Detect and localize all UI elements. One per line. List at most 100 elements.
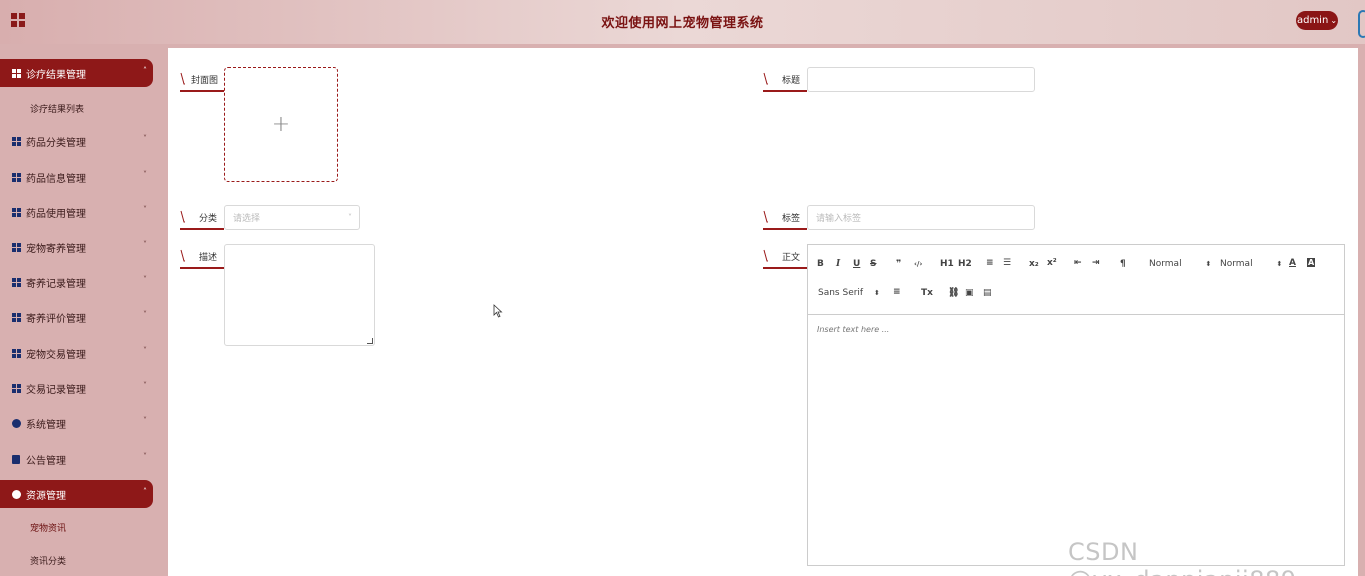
- sidebar-item-label: 宠物寄养管理: [26, 243, 86, 255]
- tags-label-text: 标签: [782, 213, 801, 224]
- quill-icon: [180, 249, 185, 262]
- main-content: 封面图 + 标题 分类 请选择 ˅ 标签 请输入标签 描述 正文 B I U S…: [168, 48, 1358, 576]
- blockquote-button[interactable]: ❞: [896, 259, 901, 269]
- superscript-button[interactable]: x²: [1047, 258, 1057, 268]
- quill-icon: [180, 72, 185, 85]
- sidebar-item-pet-boarding[interactable]: 宠物寄养管理 ˅: [0, 233, 153, 261]
- header-select[interactable]: Normal ⬍: [1220, 259, 1282, 269]
- sidebar-subitem-diagnosis-list[interactable]: 诊疗结果列表: [30, 102, 84, 115]
- sidebar-item-label: 药品使用管理: [26, 208, 86, 220]
- cover-upload-button[interactable]: +: [224, 67, 338, 182]
- code-button[interactable]: ‹/›: [914, 260, 922, 268]
- h1-button[interactable]: H1: [940, 259, 954, 269]
- outdent-button[interactable]: ⇤: [1074, 258, 1082, 268]
- cover-label-text: 封面图: [191, 75, 219, 86]
- tags-input[interactable]: 请输入标签: [807, 205, 1035, 230]
- video-button[interactable]: ▤: [983, 288, 992, 298]
- bullet-list-button[interactable]: ☰: [1003, 258, 1011, 268]
- chevron-down-icon: ˅: [143, 452, 147, 461]
- sidebar-item-announcements[interactable]: 公告管理 ˅: [0, 445, 153, 473]
- sidebar-item-drug-info[interactable]: 药品信息管理 ˅: [0, 163, 153, 191]
- subscript-button[interactable]: x₂: [1029, 259, 1039, 269]
- top-header: 欢迎使用网上宠物管理系统 admin ⌄: [0, 0, 1365, 44]
- chevron-down-icon: ˅: [143, 275, 147, 284]
- watermark: CSDN @vx_danpianji889: [1068, 538, 1296, 576]
- image-button[interactable]: ▣: [965, 288, 974, 298]
- direction-button[interactable]: ¶: [1120, 259, 1126, 269]
- italic-button[interactable]: I: [836, 259, 840, 269]
- size-select[interactable]: Normal ⬍: [1149, 259, 1211, 269]
- sidebar-item-trade-records[interactable]: 交易记录管理 ˅: [0, 374, 153, 402]
- underline-button[interactable]: U: [853, 259, 860, 269]
- chevron-down-icon: ˅: [143, 381, 147, 390]
- sidebar-item-label: 诊疗结果管理: [26, 69, 86, 81]
- chevron-down-icon: ˅: [143, 310, 147, 319]
- body-label-text: 正文: [782, 252, 801, 263]
- quill-icon: [763, 72, 768, 85]
- background-color-button[interactable]: A: [1307, 258, 1316, 267]
- chevron-down-icon: ⌄: [1330, 16, 1338, 25]
- description-textarea[interactable]: [224, 244, 375, 346]
- font-select[interactable]: Sans Serif ⬍: [818, 288, 880, 298]
- sidebar-item-drug-category[interactable]: 药品分类管理 ˅: [0, 127, 153, 155]
- sidebar-item-system[interactable]: 系统管理 ˅: [0, 409, 153, 437]
- grid-icon: [12, 172, 21, 182]
- grid-icon: [12, 383, 21, 393]
- sidebar-item-boarding-records[interactable]: 寄养记录管理 ˅: [0, 268, 153, 296]
- description-label: 描述: [180, 245, 224, 269]
- ordered-list-button[interactable]: ≡: [986, 258, 994, 268]
- sidebar-item-label: 寄养评价管理: [26, 313, 86, 325]
- text-color-button[interactable]: A: [1289, 258, 1296, 268]
- grid-icon: [12, 312, 21, 322]
- sidebar-item-resources[interactable]: 资源管理 ˄: [0, 480, 153, 508]
- category-label: 分类: [180, 206, 224, 230]
- chevron-up-icon: ˄: [143, 487, 147, 496]
- sidebar-item-boarding-reviews[interactable]: 寄养评价管理 ˅: [0, 303, 153, 331]
- sidebar-item-label: 宠物交易管理: [26, 349, 86, 361]
- indent-button[interactable]: ⇥: [1092, 258, 1100, 268]
- tags-label: 标签: [763, 206, 807, 230]
- document-icon: [12, 454, 20, 464]
- user-name: admin: [1296, 15, 1329, 26]
- mouse-cursor-icon: [493, 304, 503, 318]
- strike-button[interactable]: S: [870, 259, 876, 269]
- bold-button[interactable]: B: [817, 259, 824, 269]
- chevron-up-icon: ˄: [143, 66, 147, 75]
- sidebar-item-label: 交易记录管理: [26, 384, 86, 396]
- category-label-text: 分类: [199, 213, 218, 224]
- chevron-down-icon: ˅: [143, 346, 147, 355]
- description-label-text: 描述: [199, 252, 218, 263]
- title-label-text: 标题: [782, 75, 801, 86]
- editor-content-area[interactable]: Insert text here ...: [817, 325, 889, 334]
- sidebar-item-diagnosis[interactable]: 诊疗结果管理 ˄: [0, 59, 153, 87]
- chevron-down-icon: ˅: [143, 416, 147, 425]
- grid-icon: [12, 207, 21, 217]
- sidebar-item-label: 寄养记录管理: [26, 278, 86, 290]
- pie-icon: [12, 489, 21, 499]
- chevron-down-icon: ˅: [143, 134, 147, 143]
- side-handle[interactable]: [1358, 10, 1365, 38]
- user-menu-button[interactable]: admin ⌄: [1296, 11, 1338, 30]
- quill-icon: [763, 210, 768, 223]
- plus-icon: +: [271, 112, 291, 137]
- link-button[interactable]: ⛓: [948, 288, 959, 298]
- category-placeholder: 请选择: [233, 214, 261, 224]
- align-button[interactable]: ≡: [893, 287, 901, 297]
- sidebar-subitem-pet-news[interactable]: 宠物资讯: [30, 521, 66, 534]
- clean-format-button[interactable]: Tx: [921, 288, 933, 298]
- chevron-down-icon: ˅: [143, 170, 147, 179]
- grid-icon: [12, 68, 21, 78]
- title-input[interactable]: [807, 67, 1035, 92]
- sidebar-item-label: 公告管理: [26, 455, 66, 467]
- sidebar-subitem-news-category[interactable]: 资讯分类: [30, 554, 66, 567]
- app-title: 欢迎使用网上宠物管理系统: [601, 16, 764, 31]
- h2-button[interactable]: H2: [958, 259, 972, 269]
- category-select[interactable]: 请选择 ˅: [224, 205, 360, 230]
- sidebar-item-label: 资源管理: [26, 490, 66, 502]
- chevron-down-icon: ˅: [143, 240, 147, 249]
- cover-label: 封面图: [180, 68, 224, 92]
- select-arrow-icon: ⬍: [873, 289, 880, 297]
- resize-handle-icon[interactable]: [367, 338, 373, 344]
- sidebar-item-pet-trade[interactable]: 宠物交易管理 ˅: [0, 339, 153, 367]
- sidebar-item-drug-usage[interactable]: 药品使用管理 ˅: [0, 198, 153, 226]
